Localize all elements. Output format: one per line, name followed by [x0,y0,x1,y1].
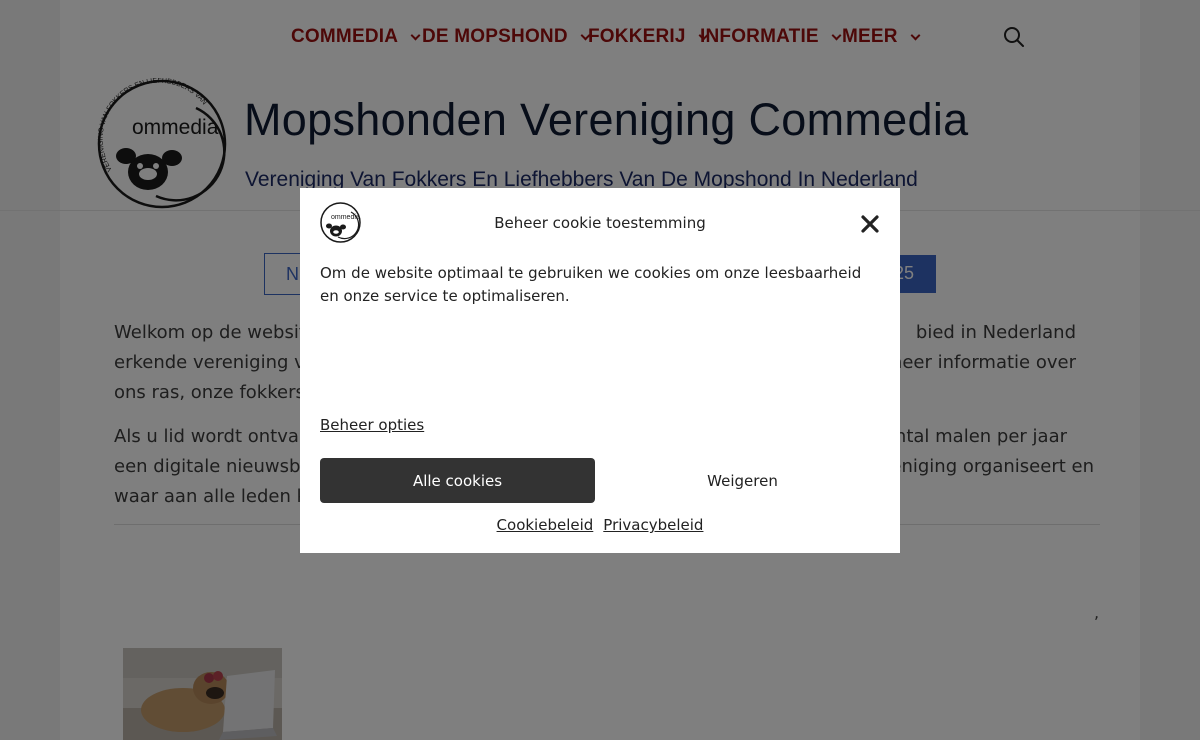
policy-links: Cookiebeleid Privacybeleid [300,516,900,534]
deny-cookies-button[interactable]: Weigeren [605,458,880,503]
cookie-policy-link[interactable]: Cookiebeleid [497,516,594,534]
modal-title: Beheer cookie toestemming [494,214,706,232]
close-icon[interactable] [858,212,882,236]
manage-options-link[interactable]: Beheer opties [320,416,424,434]
accept-all-cookies-button[interactable]: Alle cookies [320,458,595,503]
modal-message: Om de website optimaal te gebruiken we c… [320,264,862,305]
cookie-consent-dialog: ommedia Beheer cookie toestemming Om de … [300,188,900,553]
privacy-policy-link[interactable]: Privacybeleid [603,516,703,534]
